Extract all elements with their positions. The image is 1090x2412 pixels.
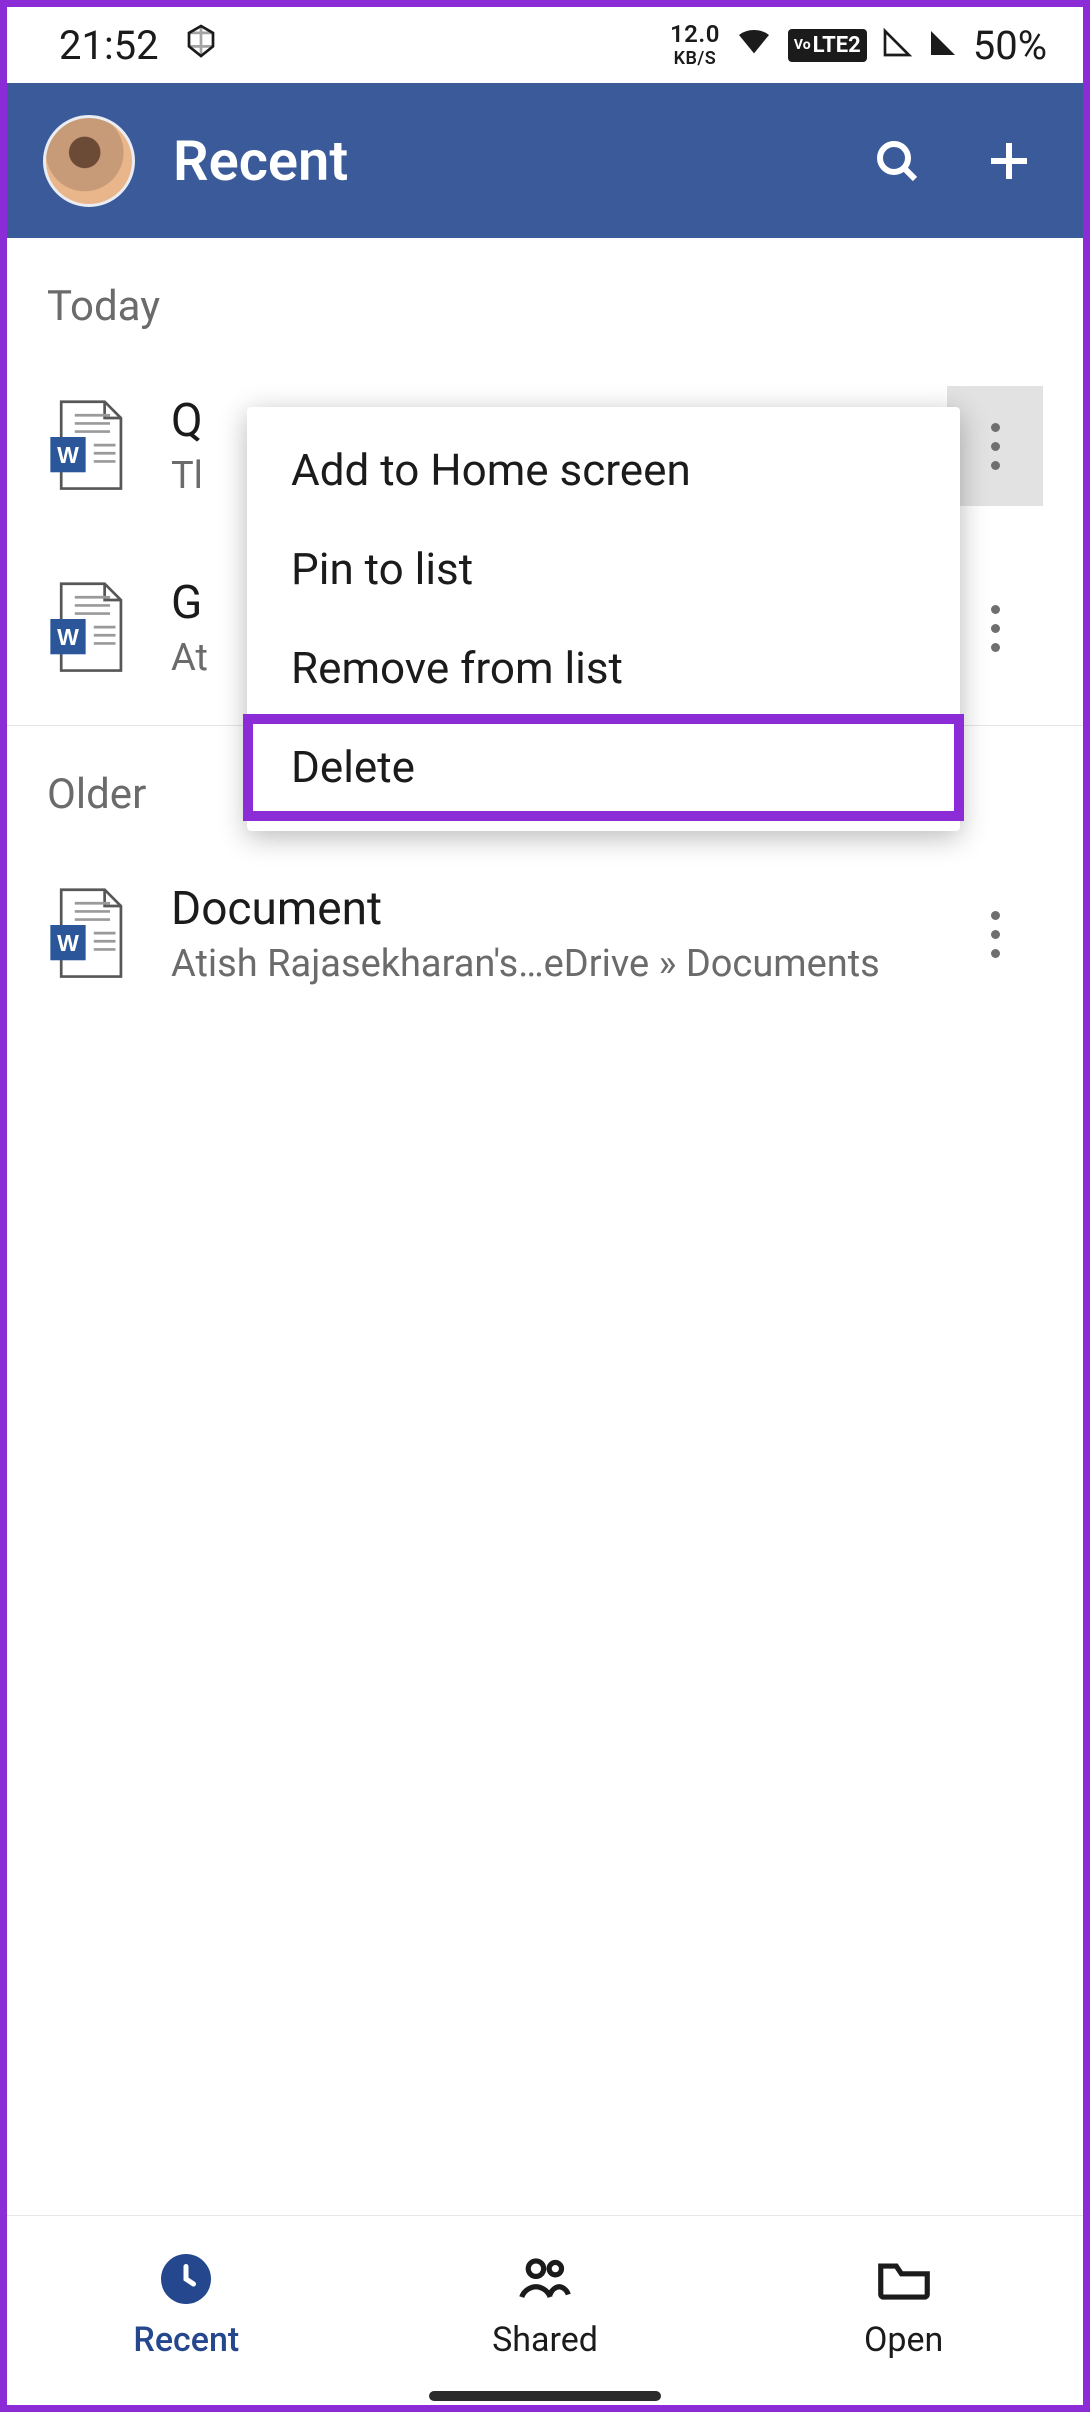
app-bar: Recent — [7, 83, 1083, 238]
svg-text:W: W — [57, 441, 79, 467]
volte-label: LTE2 — [813, 33, 861, 58]
file-subtitle: Atish Rajasekharan's…eDrive » Documents — [171, 942, 903, 986]
folder-icon — [873, 2248, 935, 2310]
avatar[interactable] — [43, 115, 135, 207]
bottom-nav: Recent Shared Open — [7, 2215, 1083, 2379]
status-data-rate-value: 12.0 — [670, 20, 720, 48]
search-icon — [873, 137, 921, 185]
plus-icon — [985, 137, 1033, 185]
status-data-rate-unit: KB/S — [674, 48, 717, 69]
bottom-nav-label: Shared — [492, 2320, 598, 2360]
add-button[interactable] — [981, 133, 1037, 189]
menu-item-add-home[interactable]: Add to Home screen — [247, 421, 960, 520]
menu-item-remove-list[interactable]: Remove from list — [247, 619, 960, 718]
overflow-icon — [991, 911, 1000, 958]
status-bar-right: 12.0 KB/S Vo LTE2 50% — [670, 20, 1047, 70]
battery-percent: 50% — [973, 22, 1047, 69]
file-overflow-button[interactable] — [947, 874, 1043, 994]
menu-item-pin-list[interactable]: Pin to list — [247, 520, 960, 619]
gesture-handle[interactable] — [429, 2391, 661, 2401]
word-doc-icon: W — [47, 887, 127, 982]
wifi-icon — [734, 20, 774, 70]
context-menu: Add to Home screen Pin to list Remove fr… — [247, 407, 960, 831]
status-time: 21:52 — [59, 22, 159, 69]
bottom-nav-label: Recent — [133, 2320, 239, 2360]
file-overflow-button[interactable] — [947, 568, 1043, 688]
file-title: Document — [171, 882, 903, 936]
status-app-icon — [183, 22, 219, 69]
app-bar-title: Recent — [173, 128, 831, 194]
overflow-icon — [991, 423, 1000, 470]
people-icon — [514, 2248, 576, 2310]
section-header-today: Today — [7, 238, 1083, 355]
menu-item-delete[interactable]: Delete — [247, 718, 960, 817]
word-doc-icon: W — [47, 581, 127, 676]
file-text: Document Atish Rajasekharan's…eDrive » D… — [171, 882, 903, 986]
svg-text:W: W — [57, 623, 79, 649]
bottom-nav-open[interactable]: Open — [724, 2216, 1083, 2379]
search-button[interactable] — [869, 133, 925, 189]
status-bar-left: 21:52 — [59, 22, 219, 69]
bottom-nav-shared[interactable]: Shared — [366, 2216, 725, 2379]
bottom-nav-label: Open — [864, 2320, 943, 2360]
word-doc-icon: W — [47, 399, 127, 494]
app-bar-actions — [869, 133, 1037, 189]
file-row[interactable]: W Document Atish Rajasekharan's…eDrive »… — [7, 843, 1083, 1025]
svg-text:W: W — [57, 929, 79, 955]
status-data-rate: 12.0 KB/S — [670, 22, 720, 69]
bottom-nav-recent[interactable]: Recent — [7, 2216, 366, 2379]
overflow-icon — [991, 605, 1000, 652]
clock-icon — [155, 2248, 217, 2310]
status-bar: 21:52 12.0 KB/S Vo LTE2 — [7, 7, 1083, 83]
signal-icon-2 — [927, 22, 959, 69]
file-overflow-button[interactable] — [947, 386, 1043, 506]
volte-badge: Vo LTE2 — [788, 29, 867, 62]
volte-prefix: Vo — [794, 38, 811, 52]
signal-icon-1 — [881, 22, 913, 69]
device-frame: 21:52 12.0 KB/S Vo LTE2 — [0, 0, 1090, 2412]
